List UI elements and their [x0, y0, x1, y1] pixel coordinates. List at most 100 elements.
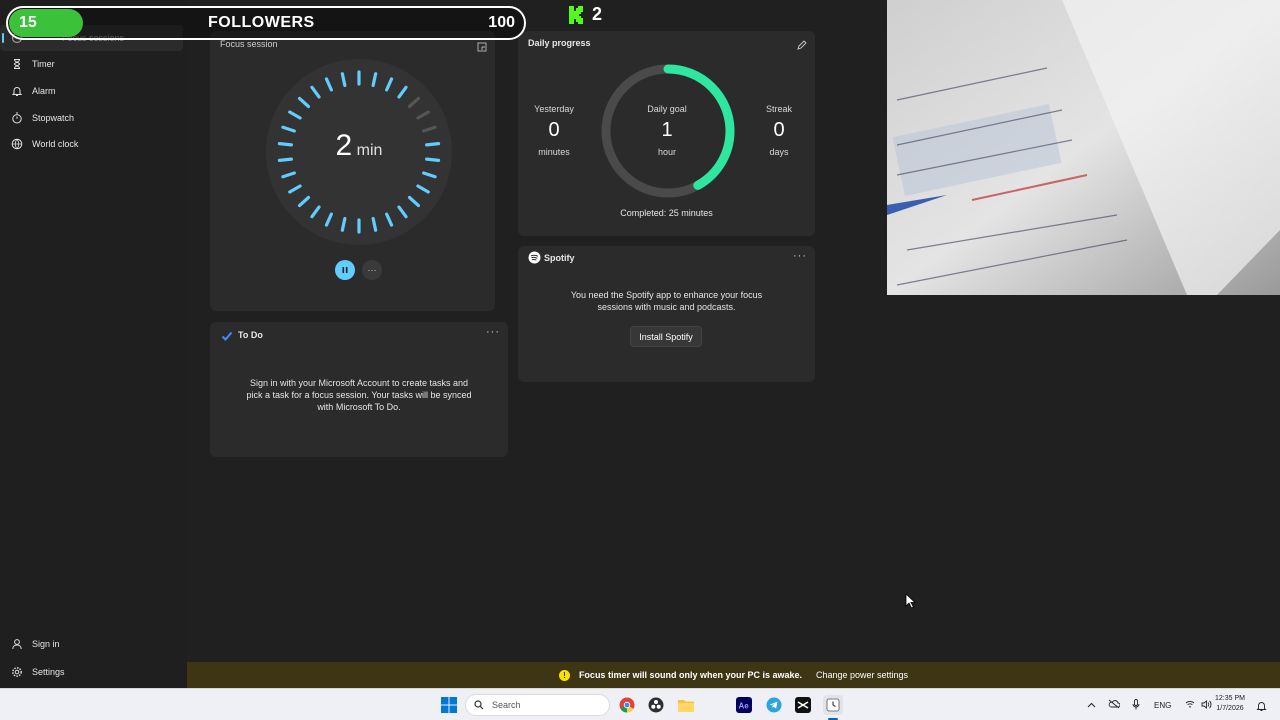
power-info-message: Focus timer will sound only when your PC…	[578, 670, 802, 680]
daily-goal-stat: Daily goal 1 hour	[632, 104, 702, 157]
dial-tick	[371, 72, 378, 88]
globe-icon	[11, 138, 23, 150]
dial-tick	[385, 212, 394, 227]
sidebar: Focus sessions Timer Alarm Stopwatch Wor…	[0, 0, 187, 688]
file-explorer-icon[interactable]	[677, 696, 695, 714]
stopwatch-icon	[11, 112, 23, 124]
wifi-icon[interactable]	[1185, 700, 1195, 710]
dial-tick	[407, 195, 421, 208]
clock-date: 1/7/2026	[1216, 705, 1244, 712]
kick-count: 2	[592, 4, 603, 24]
after-effects-icon[interactable]: Ae	[735, 696, 753, 714]
dial-tick	[281, 171, 296, 179]
sidebar-item-label: Settings	[32, 667, 65, 677]
search-placeholder: Search	[492, 700, 521, 710]
person-icon	[11, 638, 23, 650]
followers-current-count: 15	[19, 14, 37, 31]
sidebar-item-timer[interactable]: Timer	[0, 51, 183, 77]
dial-tick	[371, 216, 378, 232]
dial-tick	[324, 77, 333, 92]
todo-message-line: Sign in with your Microsoft Account to c…	[249, 378, 469, 388]
search-icon	[474, 700, 484, 710]
sidebar-item-label: Timer	[32, 59, 55, 69]
system-tray: ENG	[1087, 689, 1212, 720]
pause-icon	[342, 267, 348, 273]
sidebar-item-settings[interactable]: Settings	[0, 659, 183, 685]
sidebar-item-label: Stopwatch	[32, 113, 75, 123]
daily-goal-unit: hour	[657, 147, 676, 157]
todo-title: To Do	[238, 330, 263, 340]
telegram-icon[interactable]	[765, 696, 783, 714]
edit-icon[interactable]	[796, 38, 807, 56]
todo-more-button[interactable]: ···	[486, 326, 500, 338]
obs-icon[interactable]	[647, 696, 665, 714]
todo-message-line: with Microsoft To Do.	[317, 402, 401, 412]
focus-duration-unit: min	[356, 142, 383, 159]
hourglass-icon	[11, 58, 23, 70]
change-power-settings-link[interactable]: Change power settings	[816, 670, 908, 680]
sidebar-item-world-clock[interactable]: World clock	[0, 131, 183, 157]
dial-tick	[416, 184, 430, 194]
sidebar-item-label: World clock	[32, 139, 79, 149]
sidebar-item-stopwatch[interactable]: Stopwatch	[0, 105, 183, 131]
streak-value: 0	[773, 119, 785, 141]
dial-tick	[297, 195, 311, 208]
followers-goal-bar: 15 FOLLOWERS 100	[6, 6, 526, 40]
yesterday-label: Yesterday	[534, 104, 574, 114]
dial-tick	[310, 85, 321, 99]
webcam-feed-image	[887, 0, 1280, 295]
taskbar-clock[interactable]: 12:35 PM 1/7/2026	[1208, 694, 1252, 714]
sidebar-item-alarm[interactable]: Alarm	[0, 78, 183, 104]
todo-check-icon	[221, 329, 233, 347]
followers-label: FOLLOWERS	[208, 14, 315, 31]
capcut-icon[interactable]	[794, 696, 812, 714]
focus-more-button[interactable]: ···	[362, 260, 382, 280]
kick-logo-icon	[569, 5, 583, 24]
streak-stat: Streak 0 days	[744, 104, 814, 157]
dial-tick	[340, 216, 347, 232]
dial-tick	[310, 205, 321, 219]
chrome-icon[interactable]	[618, 696, 636, 714]
dial-tick	[397, 85, 408, 99]
daily-goal-value: 1	[661, 119, 673, 141]
dial-tick	[385, 77, 394, 92]
install-spotify-button[interactable]: Install Spotify	[630, 326, 702, 347]
yesterday-unit: minutes	[538, 147, 570, 157]
clock-app-icon[interactable]	[823, 695, 843, 715]
taskbar-search[interactable]: Search	[465, 694, 610, 716]
spotify-message-line: You need the Spotify app to enhance your…	[570, 290, 763, 300]
dial-tick	[288, 184, 302, 194]
start-windows-icon[interactable]	[440, 696, 458, 714]
language-indicator[interactable]: ENG	[1154, 701, 1171, 710]
sidebar-item-sign-in[interactable]: Sign in	[0, 631, 183, 657]
spotify-icon	[528, 251, 541, 269]
yesterday-value: 0	[548, 119, 560, 141]
compact-mode-icon[interactable]	[477, 39, 487, 57]
dial-tick	[324, 212, 333, 227]
focus-duration: 2 min	[266, 129, 452, 163]
todo-card: To Do ··· Sign in with your Microsoft Ac…	[210, 322, 508, 457]
followers-goal-count: 100	[488, 14, 515, 31]
spotify-message: You need the Spotify app to enhance your…	[518, 289, 815, 313]
dial-tick	[422, 171, 437, 179]
main-content: Focus session 2 min ··· To Do ··· Sign i…	[187, 0, 887, 662]
onedrive-icon[interactable]	[1108, 699, 1121, 711]
clock-time: 12:35 PM	[1215, 695, 1245, 702]
taskbar: Search Ae ENG 12:35 PM 1/7/2026	[0, 688, 1280, 720]
mouse-cursor-icon	[905, 593, 917, 609]
focus-dial[interactable]: 2 min	[266, 59, 452, 245]
todo-message: Sign in with your Microsoft Account to c…	[210, 377, 508, 413]
daily-progress-card: Daily progress Yesterday 0 minutes Daily…	[518, 31, 815, 236]
streak-unit: days	[769, 147, 789, 157]
dial-tick	[288, 110, 302, 120]
spotify-more-button[interactable]: ···	[793, 250, 807, 262]
warning-icon: !	[558, 669, 570, 681]
notification-bell-icon[interactable]	[1256, 699, 1267, 717]
kick-viewers: 2	[568, 4, 602, 25]
chevron-up-icon[interactable]	[1087, 701, 1096, 710]
gear-icon	[11, 666, 23, 678]
pause-button[interactable]	[335, 260, 355, 280]
microphone-icon[interactable]	[1132, 698, 1140, 712]
sidebar-item-label: Alarm	[32, 86, 56, 96]
focus-duration-value: 2	[335, 129, 353, 162]
